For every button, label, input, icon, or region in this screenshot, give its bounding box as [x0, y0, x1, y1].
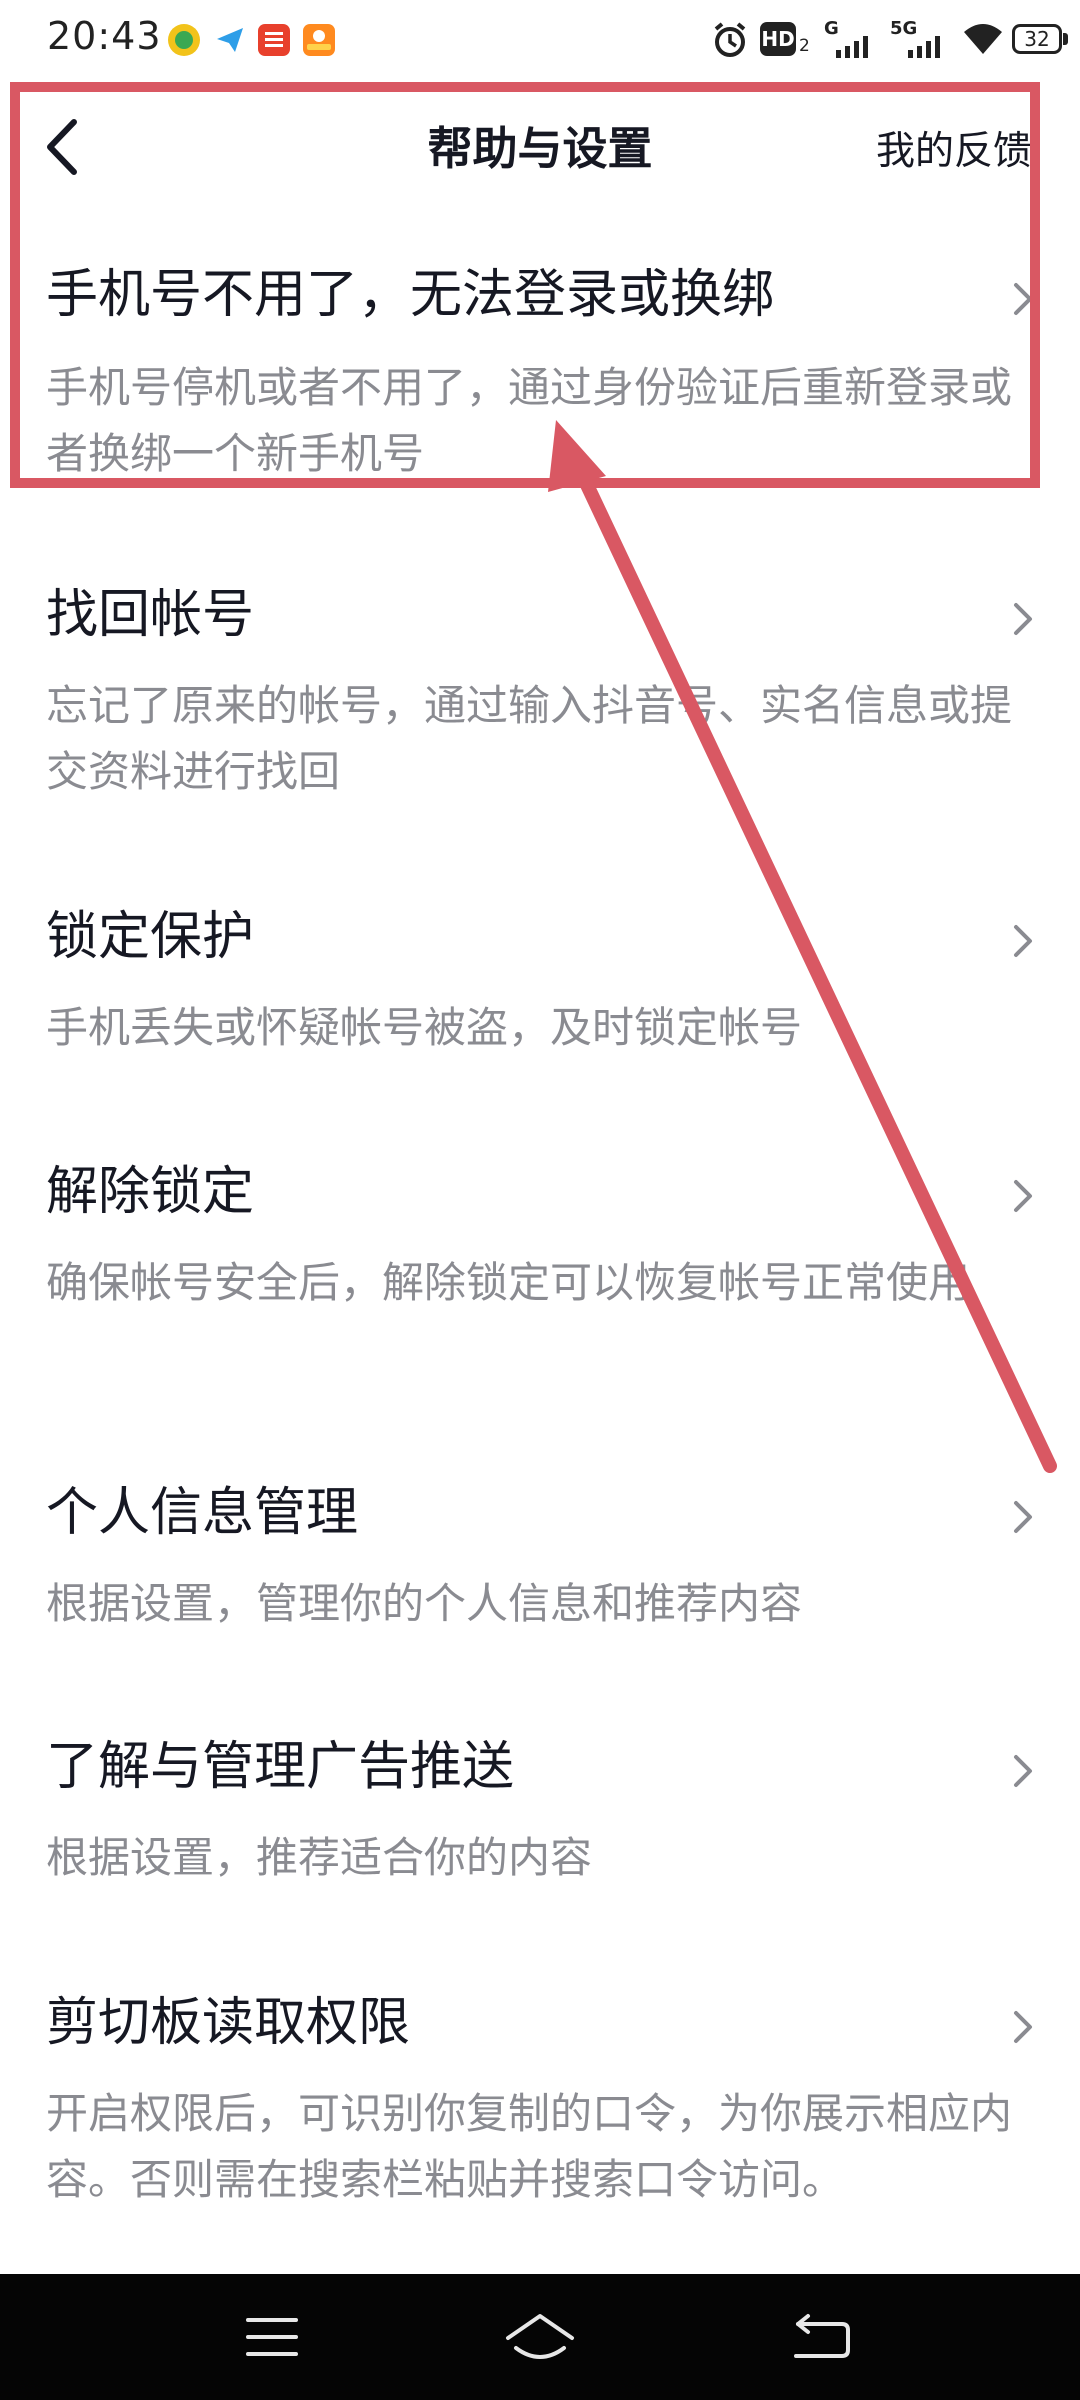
item-title: 手机号不用了，无法登录或换绑: [46, 265, 775, 325]
list-item-ad-push[interactable]: 了解与管理广告推送 根据设置，推荐适合你的内容: [0, 1732, 1080, 1902]
58-app-notification-icon: [303, 24, 335, 56]
hd-sub-label: 2: [799, 36, 810, 56]
signal-bars-icon: [836, 36, 868, 58]
back-icon: [794, 2314, 850, 2358]
item-title: 剪切板读取权限: [46, 1993, 411, 2053]
item-desc: 手机丢失或怀疑帐号被盗，及时锁定帐号: [46, 1003, 803, 1052]
item-desc: 手机号停机或者不用了，通过身份验证后重新登录或者换绑一个新手机号: [46, 363, 1013, 478]
signal-g: G: [822, 18, 882, 62]
hd-badge: HD 2: [760, 22, 812, 58]
item-title: 个人信息管理: [46, 1483, 359, 1543]
status-bar: 20:43 HD 2 G 5G 32: [0, 0, 1080, 82]
signal-5g: 5G: [890, 18, 954, 62]
my-feedback-link[interactable]: 我的反馈: [876, 120, 1032, 176]
item-desc: 根据设置，推荐适合你的内容: [46, 1833, 593, 1882]
battery-level: 32: [1024, 27, 1050, 51]
navigation-bar: [0, 2274, 1080, 2400]
item-desc: 忘记了原来的帐号，通过输入抖音号、实名信息或提交资料进行找回: [46, 681, 1013, 796]
home-button[interactable]: [500, 2304, 580, 2370]
paper-plane-notification-icon: [214, 24, 246, 56]
status-time: 20:43: [47, 14, 162, 58]
chevron-right-icon: [1014, 1180, 1032, 1212]
item-title: 找回帐号: [46, 585, 255, 645]
back-nav-button[interactable]: [782, 2304, 862, 2370]
item-title: 了解与管理广告推送: [46, 1737, 515, 1797]
item-desc: 开启权限后，可识别你复制的口令，为你展示相应内容。否则需在搜索栏粘贴并搜索口令访…: [46, 2089, 1013, 2204]
status-icons: HD 2 G 5G 32: [700, 0, 1080, 82]
chevron-right-icon: [1014, 925, 1032, 957]
list-item-change-phone[interactable]: 手机号不用了，无法登录或换绑 手机号停机或者不用了，通过身份验证后重新登录或者换…: [0, 260, 1080, 490]
chevron-right-icon: [1014, 603, 1032, 635]
wifi-icon: [964, 24, 1002, 54]
chevron-right-icon: [1014, 1755, 1032, 1787]
alarm-icon: [714, 22, 746, 57]
item-title: 解除锁定: [46, 1162, 255, 1222]
chevron-right-icon: [1014, 1501, 1032, 1533]
menu-button[interactable]: [232, 2304, 312, 2370]
list-item-personal-info[interactable]: 个人信息管理 根据设置，管理你的个人信息和推荐内容: [0, 1478, 1080, 1648]
bank-app-notification-icon: [258, 24, 290, 56]
screen: 20:43 HD 2 G 5G 32 帮助与设置 我的反馈 手机号不用了，无法登…: [0, 0, 1080, 2400]
signal-bars-5g-icon: [908, 36, 940, 58]
app-notification-icon: [168, 24, 200, 56]
header: 帮助与设置 我的反馈: [0, 82, 1080, 212]
item-title: 锁定保护: [46, 907, 255, 967]
chevron-right-icon: [1014, 283, 1032, 315]
hd-label: HD: [760, 22, 796, 56]
list-item-lock-protection[interactable]: 锁定保护 手机丢失或怀疑帐号被盗，及时锁定帐号: [0, 902, 1080, 1072]
list-item-recover-account[interactable]: 找回帐号 忘记了原来的帐号，通过输入抖音号、实名信息或提交资料进行找回: [0, 580, 1080, 810]
battery-icon: 32: [1012, 24, 1072, 56]
chevron-right-icon: [1014, 2011, 1032, 2043]
list-item-clipboard-permission[interactable]: 剪切板读取权限 开启权限后，可识别你复制的口令，为你展示相应内容。否则需在搜索栏…: [0, 1988, 1080, 2278]
menu-icon: [246, 2318, 298, 2356]
list-item-unlock[interactable]: 解除锁定 确保帐号安全后，解除锁定可以恢复帐号正常使用: [0, 1157, 1080, 1387]
home-icon: [506, 2314, 574, 2359]
item-desc: 根据设置，管理你的个人信息和推荐内容: [46, 1579, 803, 1628]
item-desc: 确保帐号安全后，解除锁定可以恢复帐号正常使用: [46, 1258, 971, 1307]
